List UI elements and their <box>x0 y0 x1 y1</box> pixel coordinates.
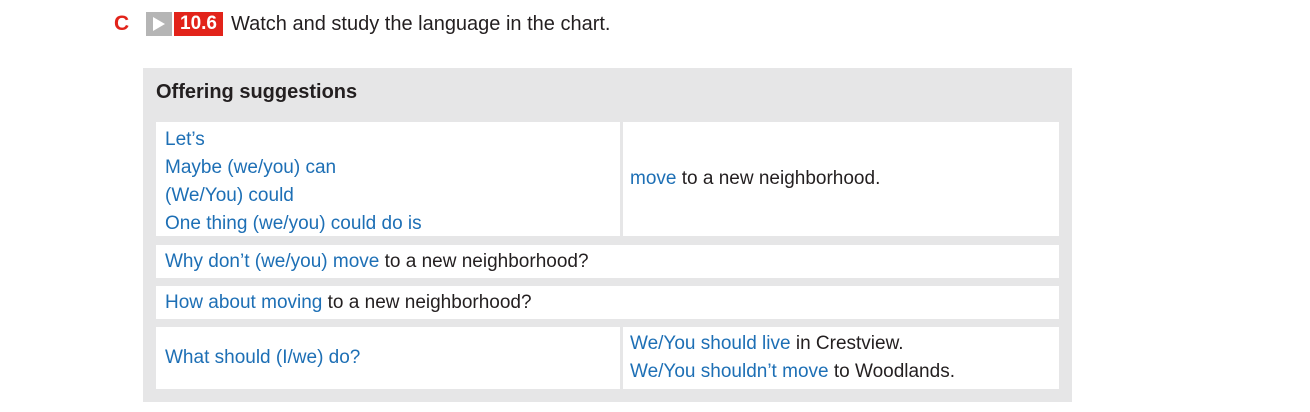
row1-left-cell: Let’s Maybe (we/you) can (We/You) could … <box>156 122 620 236</box>
phrase-maybe-can: Maybe (we/you) can <box>165 157 337 178</box>
phrase-shouldnt-move: We/You shouldn’t move <box>630 361 829 382</box>
phrase-move: move <box>630 168 677 189</box>
chart-title: Offering suggestions <box>156 81 358 103</box>
phrase-lets: Let’s <box>165 129 205 150</box>
phrase-one-thing: One thing (we/you) could do is <box>165 213 422 234</box>
instruction-text: Watch and study the language in the char… <box>230 12 611 35</box>
phrase-to-woodlands: to Woodlands. <box>828 361 955 382</box>
row4-left-cell: What should (I/we) do? <box>156 327 620 389</box>
row2-cell: Why don’t (we/you) move to a new neighbo… <box>156 245 1059 278</box>
play-icon[interactable] <box>146 12 172 36</box>
phrase-could: (We/You) could <box>165 185 294 206</box>
exercise-header: C 10.6 Watch and study the language in t… <box>114 10 611 38</box>
phrase-what-should: What should (I/we) do? <box>165 347 361 368</box>
phrase-row3-rest: to a new neighborhood? <box>322 291 532 313</box>
row1-right-cell: move to a new neighborhood. <box>623 122 1059 236</box>
track-number-badge: 10.6 <box>174 12 223 36</box>
row3-cell: How about moving to a new neighborhood? <box>156 286 1059 319</box>
language-chart: Offering suggestions Let’s Maybe (we/you… <box>143 68 1072 402</box>
phrase-how-about: How about moving <box>165 291 323 313</box>
phrase-in-crestview: in Crestview. <box>790 333 904 354</box>
phrase-row2-rest: to a new neighborhood? <box>379 250 589 272</box>
phrase-to-new-neighborhood: to a new neighborhood. <box>676 168 881 189</box>
row4-right-cell: We/You should live in Crestview. We/You … <box>623 327 1059 389</box>
phrase-why-dont: Why don’t (we/you) move <box>165 250 380 272</box>
section-letter: C <box>114 12 130 35</box>
phrase-should-live: We/You should live <box>630 333 791 354</box>
